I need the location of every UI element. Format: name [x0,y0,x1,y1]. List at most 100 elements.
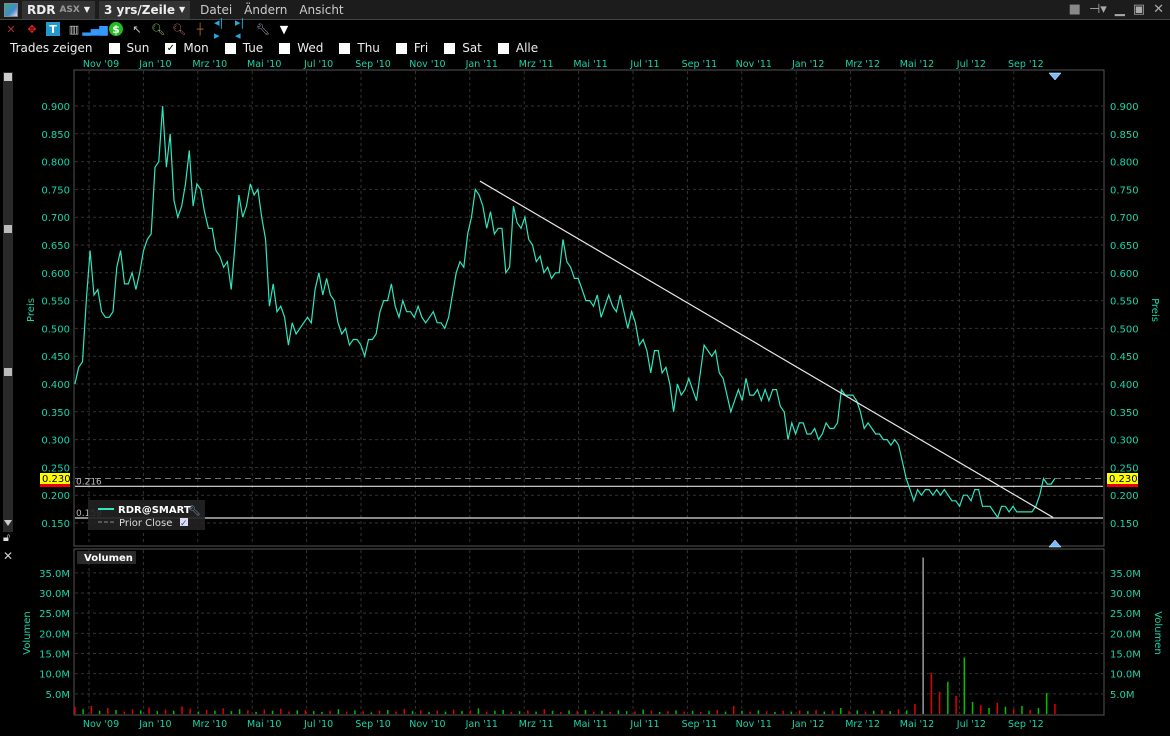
price-axis-title-left: Preis [26,298,37,322]
volume-tick-label-right: 35.0M [1110,569,1141,580]
scroll-marker-up-icon[interactable] [1048,539,1062,548]
price-tick-label-right: 0.500 [1110,324,1139,335]
month-label-bottom: Mai '12 [900,719,934,730]
month-label-top: Jul '10 [303,59,333,70]
price-tick-label-right: 0.750 [1110,185,1139,196]
volume-pane-border [73,548,1105,716]
volume-tick-label-left: 25.0M [39,609,70,620]
last-price-label-left: 0.230 [42,474,71,485]
price-tick-label-left: 0.300 [41,436,70,447]
price-tick-label-left: 0.250 [41,463,70,474]
month-label-top: Jan '12 [791,59,824,70]
price-tick-label-right: 0.650 [1110,241,1139,252]
month-label-top: Mrz '12 [845,59,880,70]
volume-tick-label-right: 15.0M [1110,650,1141,661]
month-label-bottom: Nov '11 [736,719,772,730]
month-label-bottom: Mrz '12 [845,719,880,730]
last-price-label-right: 0.230 [1109,474,1138,485]
price-tick-label-right: 0.200 [1110,491,1139,502]
month-label-top: Nov '11 [736,59,772,70]
price-tick-label-right: 0.850 [1110,130,1139,141]
month-label-top: Mrz '11 [519,59,554,70]
price-tick-label-left: 0.750 [41,185,70,196]
month-label-bottom: Jan '10 [138,719,171,730]
month-label-bottom: Mrz '10 [192,719,227,730]
month-label-bottom: Jul '11 [629,719,659,730]
month-label-bottom: Mai '10 [247,719,281,730]
checkmark-icon: ✓ [180,519,188,529]
month-label-top: Nov '09 [83,59,119,70]
price-tick-label-right: 0.350 [1110,408,1139,419]
price-tick-label-right: 0.300 [1110,436,1139,447]
horizontal-line-label: 0.216 [76,477,102,487]
volume-tick-label-left: 20.0M [39,629,70,640]
price-tick-label-right: 0.250 [1110,463,1139,474]
month-label-bottom: Mrz '11 [519,719,554,730]
price-chart[interactable]: 🔓︎ ✕ 0.150 0.150 0.200 0.200 0.250 0.250 0.300… [0,0,1170,736]
price-tick-label-right: 0.150 [1110,519,1139,530]
month-label-bottom: Nov '09 [83,719,119,730]
month-label-top: Mrz '10 [192,59,227,70]
legend-prior-close-label: Prior Close [119,518,172,529]
month-label-bottom: Jul '12 [956,719,986,730]
month-label-top: Nov '10 [409,59,445,70]
close-pane-icon[interactable]: ✕ [3,549,13,563]
price-tick-label-right: 0.700 [1110,213,1139,224]
volume-tick-label-left: 5.0M [45,690,70,701]
volume-tick-label-right: 10.0M [1110,670,1141,681]
volume-tick-label-left: 10.0M [39,670,70,681]
month-label-bottom: Sep '12 [1008,719,1044,730]
month-label-top: Jul '11 [629,59,659,70]
wrench-icon[interactable]: 🔧︎ [188,505,201,517]
price-axis-title-right: Preis [1149,298,1160,322]
month-label-bottom: Sep '11 [682,719,718,730]
volume-axis-title-left: Volumen [22,611,33,655]
volume-tick-label-right: 25.0M [1110,609,1141,620]
month-label-top: Sep '10 [355,59,391,70]
month-label-bottom: Sep '10 [355,719,391,730]
month-label-bottom: Jul '10 [303,719,333,730]
lock-icon[interactable]: 🔓︎ [3,531,10,544]
month-label-top: Sep '12 [1008,59,1044,70]
month-label-top: Jan '11 [465,59,498,70]
price-pane-border [73,69,1105,547]
month-label-bottom: Jan '11 [465,719,498,730]
price-tick-label-left: 0.800 [41,158,70,169]
price-tick-label-left: 0.500 [41,324,70,335]
volume-tick-label-right: 30.0M [1110,589,1141,600]
volume-tick-label-left: 15.0M [39,650,70,661]
volume-axis-title-right: Volumen [1152,611,1163,655]
price-series-line [74,105,1056,519]
price-tick-label-left: 0.600 [41,269,70,280]
vertical-scrollbar[interactable] [3,72,13,532]
month-label-top: Jul '12 [956,59,986,70]
month-label-top: Jan '10 [138,59,171,70]
pane-splitter-handle[interactable] [4,368,12,376]
month-label-top: Mai '12 [900,59,934,70]
volume-tick-label-left: 30.0M [39,589,70,600]
price-tick-label-left: 0.700 [41,213,70,224]
price-tick-label-right: 0.800 [1110,158,1139,169]
price-tick-label-left: 0.200 [41,491,70,502]
month-label-top: Mai '10 [247,59,281,70]
volume-pane-title: Volumen [84,553,133,564]
volume-tick-label-left: 35.0M [39,569,70,580]
month-label-top: Mai '11 [573,59,607,70]
scroll-up-icon[interactable] [4,73,12,81]
legend-series-label[interactable]: RDR@SMART [118,505,191,516]
price-tick-label-left: 0.400 [41,380,70,391]
month-label-bottom: Jan '12 [791,719,824,730]
scroll-marker-down-icon[interactable] [1048,72,1062,81]
month-label-bottom: Nov '10 [409,719,445,730]
price-tick-label-right: 0.600 [1110,269,1139,280]
price-tick-label-left: 0.850 [41,130,70,141]
price-tick-label-left: 0.450 [41,352,70,363]
price-tick-label-right: 0.900 [1110,102,1139,113]
price-tick-label-left: 0.350 [41,408,70,419]
pane-splitter-handle[interactable] [4,225,12,233]
month-label-top: Sep '11 [682,59,718,70]
price-tick-label-right: 0.550 [1110,297,1139,308]
price-tick-label-left: 0.150 [41,519,70,530]
price-tick-label-right: 0.450 [1110,352,1139,363]
price-tick-label-left: 0.900 [41,102,70,113]
